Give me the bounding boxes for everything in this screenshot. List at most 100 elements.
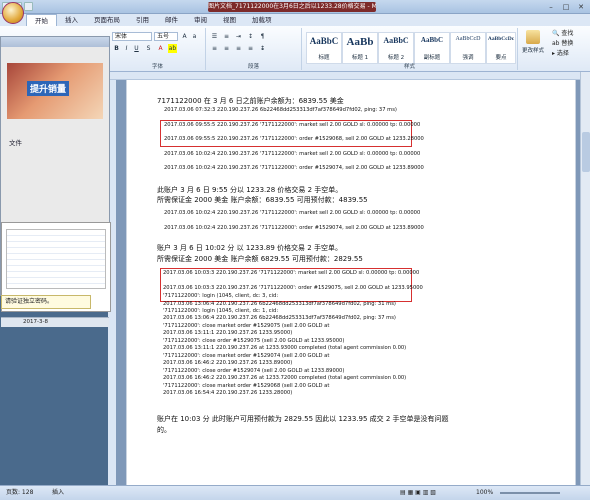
paragraph-balance-before: 7171122000 在 3 月 6 日之前账户余额为：6839.55 美金: [157, 97, 344, 105]
tab-mailings[interactable]: 邮件: [157, 14, 186, 26]
grow-font-icon[interactable]: A: [180, 32, 189, 41]
style-emphasis[interactable]: AaBbCcD 强调: [450, 32, 486, 64]
justify-icon[interactable]: ≡: [246, 44, 255, 53]
font-size-combo[interactable]: 五号: [154, 32, 178, 41]
highlight-icon[interactable]: ab: [168, 44, 177, 53]
font-group: 宋体 五号 A a B I U S A ab 字体: [110, 28, 206, 70]
find-button[interactable]: 🔍 查找: [552, 29, 588, 39]
scrollbar-thumb[interactable]: [582, 132, 590, 172]
page-count[interactable]: 页数: 128: [6, 486, 33, 500]
styles-group: AaBbC 标题 AaBb 标题 1 AaBbC 标题 2 AaBbC 副标题 …: [302, 28, 518, 70]
side-panel: 提升销量 文件 请验证独立密码。 2017-3-8: [0, 36, 111, 327]
font-color-icon[interactable]: A: [156, 44, 165, 53]
office-button[interactable]: [2, 2, 24, 24]
log-row: '7171122000': login (1045, client, dc: 1…: [163, 308, 279, 314]
tab-insert[interactable]: 插入: [57, 14, 86, 26]
bold-icon[interactable]: B: [112, 44, 121, 53]
log-row: 2017.03.06 07:32:3 220.190.237.26 6b2246…: [164, 107, 397, 113]
line-spacing-icon[interactable]: ↨: [258, 44, 267, 53]
tab-addins[interactable]: 加载项: [244, 14, 280, 26]
indent-icon[interactable]: ⇥: [234, 32, 243, 41]
log-row: '7171122000': close order #1529075 (sell…: [163, 338, 345, 344]
numbering-icon[interactable]: ≡: [222, 32, 231, 41]
horizontal-ruler[interactable]: [108, 72, 590, 80]
shrink-font-icon[interactable]: a: [190, 32, 199, 41]
zoom-level[interactable]: 100%: [476, 486, 493, 500]
underline-icon[interactable]: U: [132, 44, 141, 53]
log-tail: 2017.03.06 13:06:4 220.190.237.26 6b2246…: [163, 301, 406, 397]
show-marks-icon[interactable]: ¶: [258, 32, 267, 41]
select-button[interactable]: ▸ 选择: [552, 49, 588, 59]
find-label: 查找: [561, 30, 574, 37]
log-row: 2017.03.06 10:03:3 220.190.237.26 '71711…: [163, 270, 420, 276]
bullets-icon[interactable]: ☰: [210, 32, 219, 41]
align-left-icon[interactable]: ≡: [210, 44, 219, 53]
font-group-label: 字体: [151, 64, 163, 70]
thumbnail-content: [6, 229, 106, 289]
log-row: 2017.03.06 10:02:4 220.190.237.26 '71711…: [164, 151, 421, 157]
date-bar: 2017-3-8: [1, 317, 109, 327]
style-sample: AaBbC: [383, 36, 409, 45]
log-row: 2017.03.06 16:46:2 220.190.237.26 at 123…: [163, 375, 407, 381]
tab-view[interactable]: 视图: [215, 14, 244, 26]
style-strong[interactable]: AaBbCcDc 要点: [486, 32, 516, 64]
view-buttons[interactable]: ▤ ▦ ▣ ▥ ▧: [400, 486, 436, 500]
banner-text: 提升销量: [27, 81, 70, 96]
tab-references[interactable]: 引用: [128, 14, 157, 26]
minimize-button[interactable]: –: [544, 2, 558, 12]
paragraph-trade-1: 此账户 3 月 6 日 9:55 分以 1233.28 价格交易 2 手空单。: [157, 186, 343, 194]
font-name-combo[interactable]: 宋体: [112, 32, 152, 41]
sort-icon[interactable]: ↕: [246, 32, 255, 41]
zoom-slider[interactable]: [500, 492, 560, 494]
paragraph-margin-2: 所需保证金 2000 美金 账户余额 6829.55 可用预付款：2829.55: [157, 255, 363, 263]
style-sample: AaBbC: [309, 36, 339, 46]
change-styles-button[interactable]: 更改样式: [520, 30, 546, 64]
styles-group-label: 样式: [403, 64, 415, 70]
style-subtitle[interactable]: AaBbC 副标题: [414, 32, 450, 64]
file-label[interactable]: 文件: [9, 137, 22, 147]
maximize-button[interactable]: □: [559, 2, 573, 12]
tab-home[interactable]: 开始: [26, 14, 57, 26]
style-heading1[interactable]: AaBb 标题 1: [342, 32, 378, 64]
log-row: 2017.03.06 13:11:1 220.190.237.26 1233.9…: [163, 330, 293, 336]
log-row: '7171122000': close order #1529074 (sell…: [163, 368, 345, 374]
log-row: '7171122000': close market order #152907…: [163, 323, 330, 329]
editing-group: 🔍 查找 ab 替换 ▸ 选择: [552, 29, 588, 59]
ribbon-tabs: 开始 插入 页面布局 引用 邮件 审阅 视图 加载项: [0, 14, 590, 26]
password-notification[interactable]: 请验证独立密码。: [1, 295, 91, 309]
date-text: 2017-3-8: [23, 319, 48, 325]
style-sample: AaBb: [346, 36, 374, 48]
redo-icon[interactable]: [24, 2, 33, 11]
style-name: 副标题: [423, 55, 441, 61]
window-controls: – □ ✕: [544, 2, 588, 12]
tab-review[interactable]: 审阅: [186, 14, 215, 26]
log-row: 2017.03.06 10:02:4 220.190.237.26 '71711…: [164, 225, 424, 231]
tab-page-layout[interactable]: 页面布局: [86, 14, 128, 26]
paragraph-conclusion-end: 的。: [157, 426, 171, 434]
vertical-scrollbar[interactable]: [580, 72, 590, 485]
align-center-icon[interactable]: ≡: [222, 44, 231, 53]
promo-banner[interactable]: 提升销量: [7, 63, 103, 119]
strikethrough-icon[interactable]: S: [144, 44, 153, 53]
log-row: 2017.03.06 09:55:5 220.190.237.26 '71711…: [164, 136, 424, 142]
align-right-icon[interactable]: ≡: [234, 44, 243, 53]
italic-icon[interactable]: I: [122, 44, 131, 53]
select-label: 选择: [556, 50, 569, 57]
log-row: 2017.03.06 16:46:2 220.190.237.26 1233.8…: [163, 360, 293, 366]
style-title[interactable]: AaBbC 标题: [306, 32, 342, 64]
style-name: 要点: [495, 55, 507, 61]
status-bar: 页数: 128 插入 ▤ ▦ ▣ ▥ ▧ 100%: [0, 485, 590, 500]
log-row: 2017.03.06 10:02:4 220.190.237.26 '71711…: [164, 165, 424, 171]
style-heading2[interactable]: AaBbC 标题 2: [378, 32, 414, 64]
change-styles-icon: [526, 30, 540, 44]
log-row: 2017.03.06 13:11:1 220.190.237.26 at 123…: [163, 345, 407, 351]
close-button[interactable]: ✕: [574, 2, 588, 12]
style-sample: AaBbCcD: [455, 36, 481, 42]
paragraph-group: ☰ ≡ ⇥ ↕ ¶ ≡ ≡ ≡ ≡ ↨ 段落: [206, 28, 302, 70]
title-bar: 图片文档_7171122000在3月6日之后以1233.28价格交易 - Mic…: [0, 0, 590, 14]
paragraph-trade-2: 账户 3 月 6 日 10:02 分 以 1233.89 价格交易 2 手空单。: [157, 244, 342, 252]
log-row: '7171122000': close market order #152907…: [163, 353, 330, 359]
side-panel-titlebar: [1, 37, 109, 47]
insert-mode[interactable]: 插入: [52, 486, 64, 500]
replace-button[interactable]: ab 替换: [552, 39, 588, 49]
